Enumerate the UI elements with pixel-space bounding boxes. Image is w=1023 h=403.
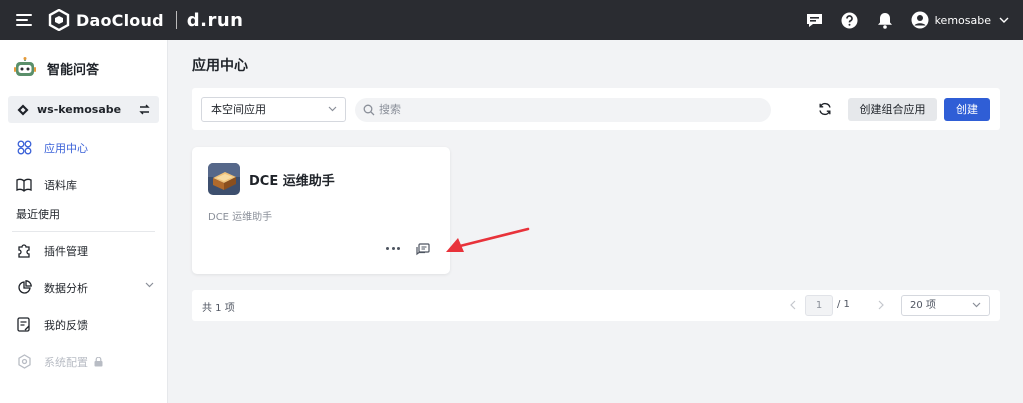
search-icon bbox=[363, 104, 375, 116]
pie-chart-icon bbox=[16, 280, 32, 296]
workspace-icon bbox=[17, 104, 29, 115]
top-bar: DaoCloud d.run kemosabe bbox=[0, 0, 1023, 40]
settings-icon bbox=[16, 354, 32, 370]
page-title: 应用中心 bbox=[192, 58, 248, 74]
sidebar-item-label: 应用中心 bbox=[44, 141, 88, 155]
sidebar-item-label: 插件管理 bbox=[44, 244, 88, 258]
sidebar-item-label: 我的反馈 bbox=[44, 318, 88, 332]
book-icon bbox=[16, 177, 32, 193]
toolbar: 本空间应用 搜索 创建组合应用 创建 bbox=[192, 88, 1000, 130]
sidebar-item-label: 语料库 bbox=[44, 178, 77, 192]
chevron-down-icon bbox=[972, 302, 981, 308]
app-scope-select[interactable]: 本空间应用 bbox=[201, 97, 346, 122]
menu-icon[interactable] bbox=[16, 14, 32, 26]
pagination-bar: 共 1 项 1 / 1 20 项 bbox=[192, 290, 1000, 321]
sidebar-item-feedback[interactable]: 我的反馈 bbox=[0, 306, 167, 343]
robot-icon bbox=[14, 57, 36, 76]
create-button[interactable]: 创建 bbox=[944, 98, 990, 121]
annotation-arrow bbox=[446, 227, 530, 252]
chevron-down-icon bbox=[328, 106, 337, 112]
sidebar-item-system-config: 系统配置 bbox=[0, 343, 167, 380]
sidebar: 智能问答 ws-kemosabe 应用中心 语料库 最近使用 插件管理 数据分析 bbox=[0, 40, 168, 403]
create-combo-app-button[interactable]: 创建组合应用 bbox=[848, 98, 937, 121]
lock-icon bbox=[94, 356, 103, 366]
app-scope-value: 本空间应用 bbox=[211, 103, 266, 116]
page-size-value: 20 项 bbox=[910, 300, 936, 311]
chevron-down-icon bbox=[999, 17, 1009, 23]
sidebar-title: 智能问答 bbox=[47, 62, 100, 78]
search-input[interactable]: 搜索 bbox=[355, 98, 771, 122]
puzzle-icon bbox=[16, 243, 32, 259]
help-icon[interactable] bbox=[841, 11, 859, 29]
workspace-selector[interactable]: ws-kemosabe bbox=[8, 96, 159, 123]
sidebar-item-app-center[interactable]: 应用中心 bbox=[0, 129, 167, 166]
sidebar-item-data-analysis[interactable]: 数据分析 bbox=[0, 269, 167, 306]
app-card[interactable]: DCE 运维助手 DCE 运维助手 bbox=[192, 147, 450, 274]
daocloud-logo-icon bbox=[48, 9, 70, 31]
app-icon bbox=[208, 163, 240, 195]
chat-icon[interactable] bbox=[416, 243, 430, 256]
message-icon[interactable] bbox=[806, 11, 824, 29]
username: kemosabe bbox=[934, 13, 991, 27]
chevron-left-icon[interactable] bbox=[790, 300, 796, 310]
more-icon[interactable] bbox=[386, 245, 400, 251]
feedback-icon bbox=[16, 317, 32, 333]
user-menu[interactable]: kemosabe bbox=[911, 11, 1009, 29]
switch-icon[interactable] bbox=[138, 103, 151, 116]
brand-divider bbox=[175, 11, 177, 29]
page-size-select[interactable]: 20 项 bbox=[901, 295, 990, 316]
chevron-down-icon bbox=[145, 282, 154, 288]
app-name: DCE 运维助手 bbox=[249, 174, 335, 189]
bell-icon[interactable] bbox=[876, 11, 894, 29]
workspace-name: ws-kemosabe bbox=[37, 103, 122, 116]
chevron-right-icon[interactable] bbox=[878, 300, 884, 310]
search-placeholder: 搜索 bbox=[379, 103, 401, 116]
sidebar-item-corpus[interactable]: 语料库 bbox=[0, 166, 167, 203]
apps-icon bbox=[16, 140, 32, 156]
user-avatar-icon bbox=[911, 11, 929, 29]
page-total: / 1 bbox=[837, 299, 850, 310]
recent-group-label: 最近使用 bbox=[16, 208, 60, 221]
total-count: 共 1 项 bbox=[202, 303, 235, 314]
sidebar-item-label: 系统配置 bbox=[44, 355, 88, 369]
sidebar-item-plugins[interactable]: 插件管理 bbox=[0, 232, 167, 269]
brand[interactable]: DaoCloud d.run bbox=[48, 9, 243, 31]
refresh-icon[interactable] bbox=[818, 102, 832, 116]
product-name: d.run bbox=[186, 9, 244, 31]
brand-name: DaoCloud bbox=[76, 10, 164, 30]
sidebar-item-label: 数据分析 bbox=[44, 281, 88, 295]
sidebar-header: 智能问答 bbox=[0, 40, 167, 96]
app-description: DCE 运维助手 bbox=[208, 212, 273, 223]
page-input[interactable]: 1 bbox=[805, 295, 833, 316]
